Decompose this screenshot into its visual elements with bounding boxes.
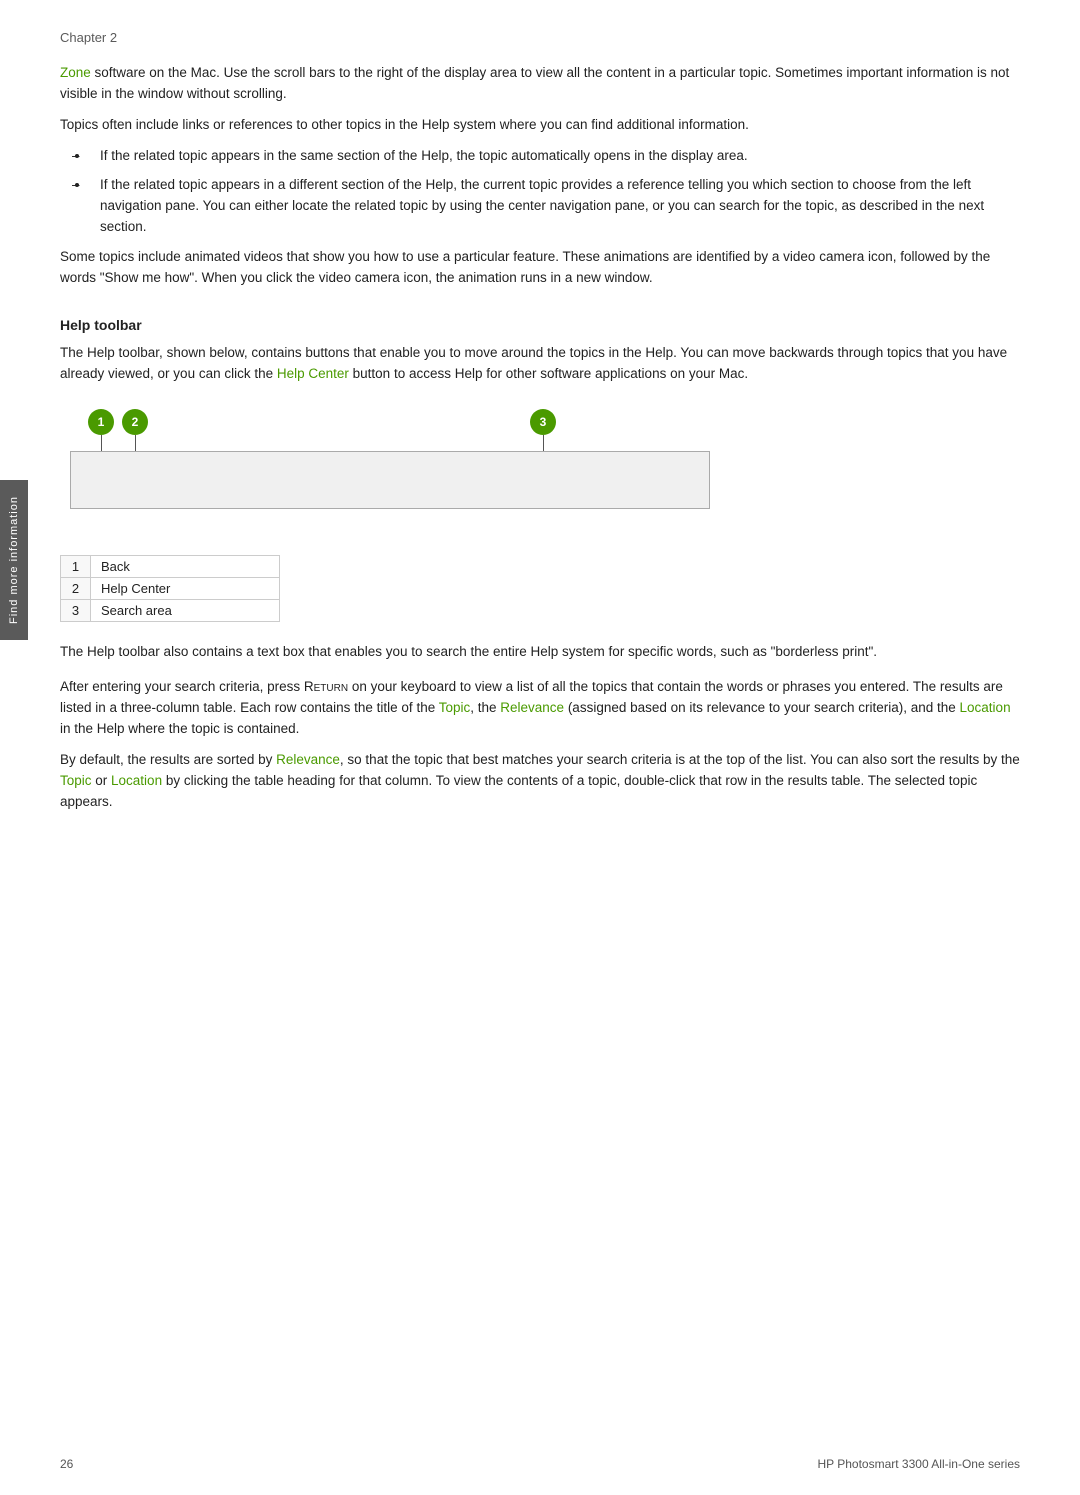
para4-post: button to access Help for other software… — [349, 366, 748, 381]
para6-mid1: , the — [470, 700, 500, 715]
relevance-link-1[interactable]: Relevance — [500, 700, 564, 715]
sidebar-tab: Find more information — [0, 480, 28, 640]
vline-3 — [543, 435, 544, 451]
table-row: 3Search area — [61, 600, 280, 622]
para6-end: in the Help where the topic is contained… — [60, 721, 299, 736]
table-cell-label: Help Center — [91, 578, 280, 600]
chapter-heading: Chapter 2 — [60, 30, 1020, 45]
toolbar-diagram: 1 2 3 1Back2Help Center3Search area — [60, 409, 1020, 622]
circle-1: 1 — [88, 409, 114, 435]
paragraph-topics: Topics often include links or references… — [60, 115, 1020, 136]
page-container: Find more information Chapter 2 Zone sof… — [0, 0, 1080, 1495]
paragraph-help-toolbar-desc: The Help toolbar, shown below, contains … — [60, 343, 1020, 385]
location-link-1[interactable]: Location — [960, 700, 1011, 715]
section-heading-help-toolbar: Help toolbar — [60, 317, 1020, 333]
zone-bold: Zone — [60, 65, 91, 80]
para7-mid: , so that the topic that best matches yo… — [340, 752, 1020, 767]
paragraph-animations: Some topics include animated videos that… — [60, 247, 1020, 289]
para6-pre: After entering your search criteria, pre… — [60, 679, 314, 694]
table-cell-num: 3 — [61, 600, 91, 622]
bullet-list: If the related topic appears in the same… — [90, 146, 1020, 238]
toolbar-box — [70, 451, 710, 509]
para6-mid2: (assigned based on its relevance to your… — [564, 700, 959, 715]
circle-2: 2 — [122, 409, 148, 435]
table-cell-label: Back — [91, 556, 280, 578]
bullet-item-2: If the related topic appears in a differ… — [90, 175, 1020, 238]
footer-product: HP Photosmart 3300 All-in-One series — [817, 1457, 1020, 1471]
table-cell-num: 2 — [61, 578, 91, 600]
vline-2 — [135, 435, 136, 451]
sidebar-tab-label: Find more information — [8, 496, 20, 624]
vline-1 — [101, 435, 102, 451]
topic-link-2[interactable]: Topic — [60, 773, 92, 788]
para7-pre: By default, the results are sorted by — [60, 752, 276, 767]
para7-mid2: or — [92, 773, 112, 788]
circle-3: 3 — [530, 409, 556, 435]
paragraph-search-textbox: The Help toolbar also contains a text bo… — [60, 642, 1020, 663]
paragraph-sort: By default, the results are sorted by Re… — [60, 750, 1020, 813]
bullet-item-1: If the related topic appears in the same… — [90, 146, 1020, 167]
help-center-link[interactable]: Help Center — [277, 366, 349, 381]
ref-table: 1Back2Help Center3Search area — [60, 555, 280, 622]
table-cell-label: Search area — [91, 600, 280, 622]
relevance-link-2[interactable]: Relevance — [276, 752, 340, 767]
toolbar-diagram-inner: 1 2 3 — [60, 409, 720, 539]
para7-end: by clicking the table heading for that c… — [60, 773, 977, 809]
main-content: Chapter 2 Zone software on the Mac. Use … — [60, 0, 1020, 883]
topic-link[interactable]: Topic — [439, 700, 471, 715]
table-row: 2Help Center — [61, 578, 280, 600]
page-footer: 26 HP Photosmart 3300 All-in-One series — [60, 1457, 1020, 1471]
paragraph-return: After entering your search criteria, pre… — [60, 677, 1020, 740]
paragraph1-rest: software on the Mac. Use the scroll bars… — [60, 65, 1009, 101]
table-cell-num: 1 — [61, 556, 91, 578]
paragraph-zone: Zone software on the Mac. Use the scroll… — [60, 63, 1020, 105]
table-row: 1Back — [61, 556, 280, 578]
location-link-2[interactable]: Location — [111, 773, 162, 788]
footer-page-number: 26 — [60, 1457, 73, 1471]
para6-small: ETURN — [314, 683, 348, 694]
